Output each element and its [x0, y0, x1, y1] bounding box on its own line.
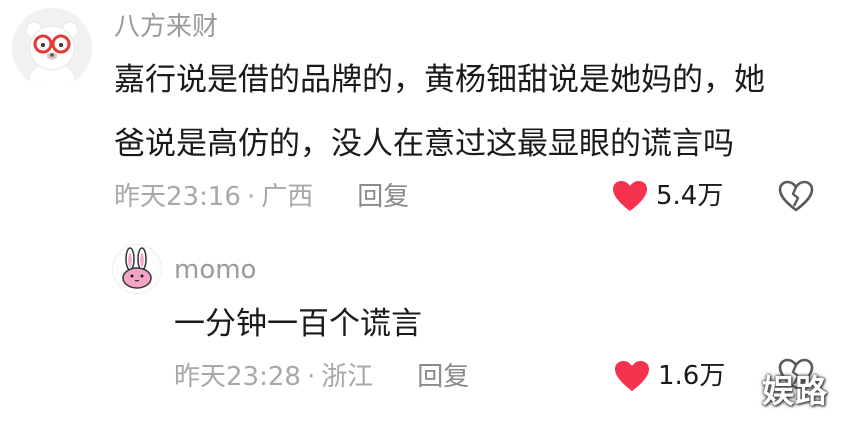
meta-separator: · [246, 182, 256, 212]
comment-location: 广西 [261, 182, 314, 212]
like-count: 5.4万 [656, 181, 724, 211]
watermark: 娱路 [761, 372, 828, 410]
rabbit-avatar-icon [113, 245, 161, 293]
bear-avatar-icon [12, 8, 92, 88]
reply-username[interactable]: momo [174, 255, 256, 285]
broken-heart-icon [778, 180, 814, 212]
reply-like-button[interactable]: 1.6万 [614, 360, 725, 392]
reply-avatar[interactable] [112, 244, 162, 294]
comment-thread: 八方来财 嘉行说是借的品牌的，黄杨钿甜说是她妈的，她 爸说是高仿的，没人在意过这… [0, 0, 842, 436]
meta-separator: · [306, 362, 316, 392]
reply-location: 浙江 [321, 362, 374, 392]
reply-text: 一分钟一百个谎言 [174, 306, 422, 342]
like-button[interactable]: 5.4万 [612, 180, 723, 212]
reply-button[interactable]: 回复 [357, 182, 409, 212]
comment-meta: 昨天23:16 · 广西 回复 [114, 182, 409, 212]
dislike-button[interactable] [778, 180, 814, 216]
comment-time: 昨天23:16 [114, 182, 241, 212]
reply-time: 昨天23:28 [174, 362, 301, 392]
comment-username[interactable]: 八方来财 [114, 12, 218, 42]
comment-text-line1: 嘉行说是借的品牌的，黄杨钿甜说是她妈的，她 [114, 62, 765, 98]
avatar[interactable] [12, 8, 92, 88]
reply-meta: 昨天23:28 · 浙江 回复 [174, 362, 469, 392]
heart-icon [615, 361, 649, 391]
reply-reply-button[interactable]: 回复 [417, 362, 469, 392]
heart-icon [613, 181, 647, 211]
reply-like-count: 1.6万 [658, 361, 726, 391]
comment-text-line2: 爸说是高仿的，没人在意过这最显眼的谎言吗 [114, 126, 734, 162]
